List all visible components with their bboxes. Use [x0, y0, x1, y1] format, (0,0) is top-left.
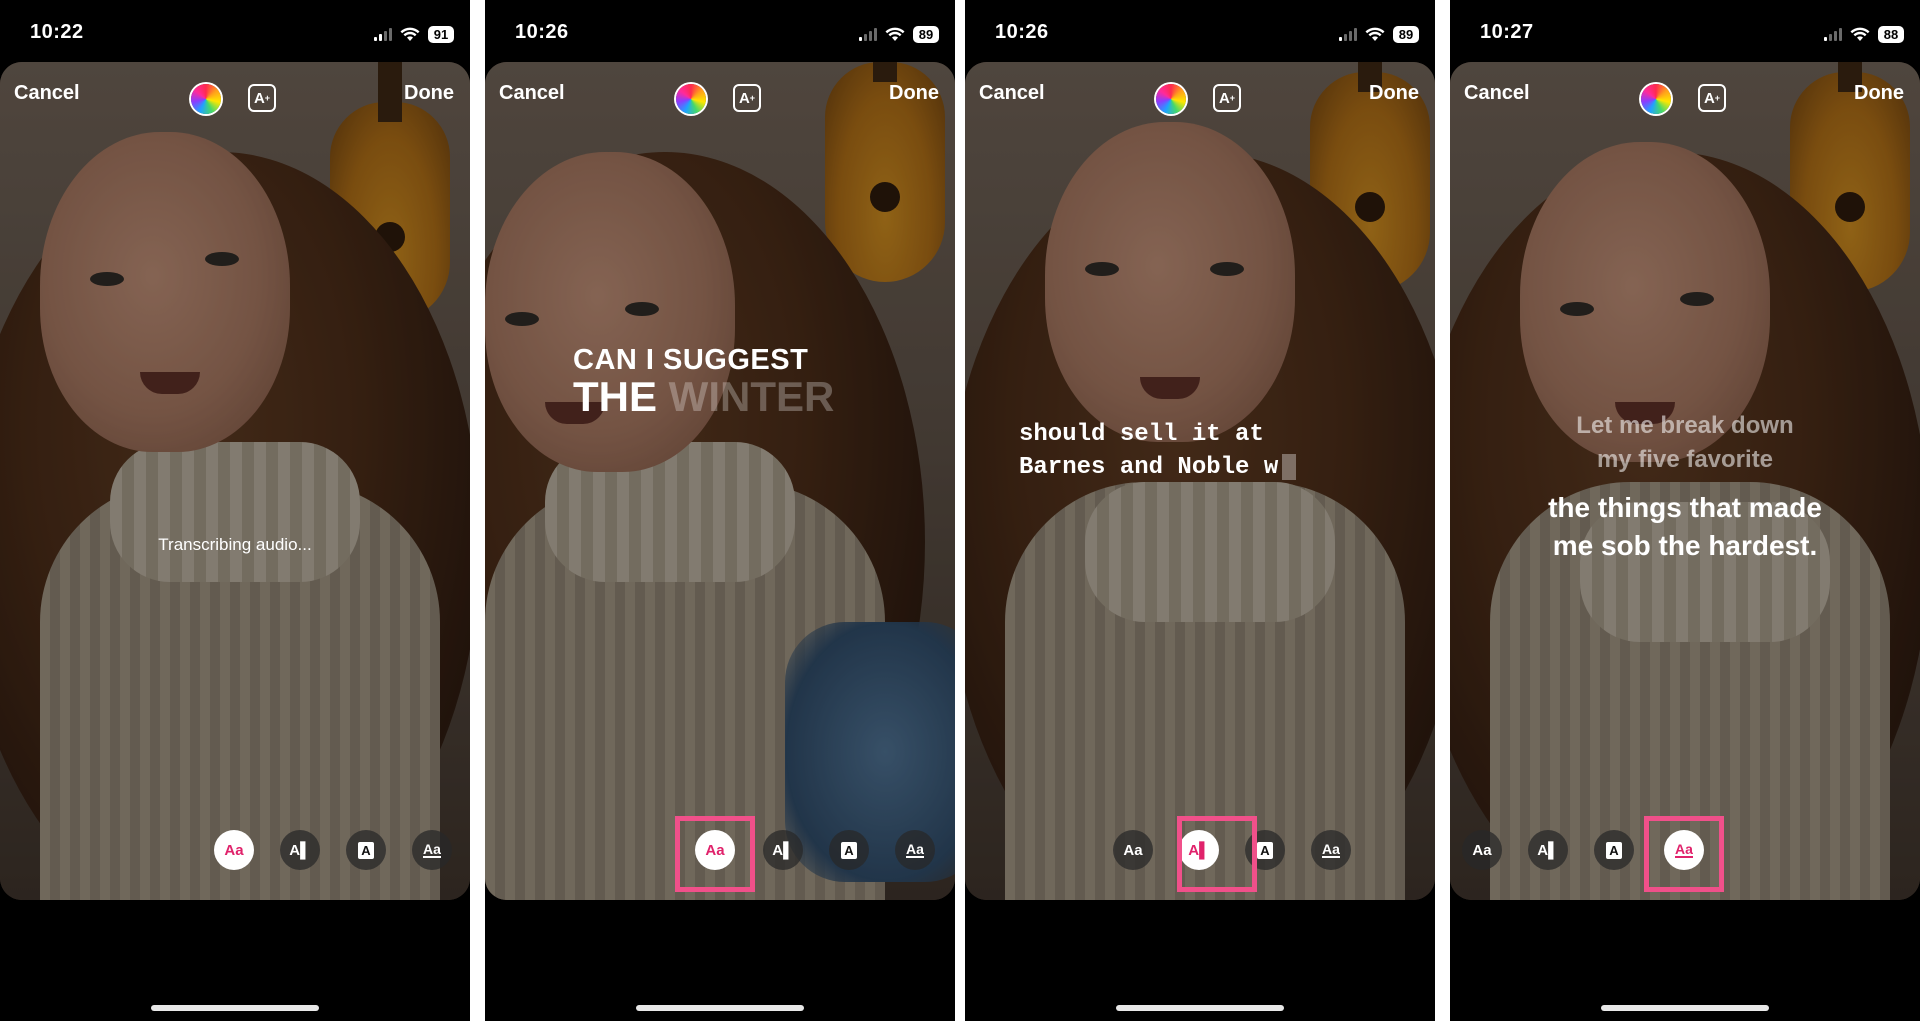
cancel-button[interactable]: Cancel — [14, 82, 80, 105]
status-time: 10:22 — [30, 21, 84, 43]
battery-icon: 88 — [1878, 25, 1904, 43]
color-wheel-icon[interactable] — [1156, 84, 1186, 114]
caption-line-2: THE WINTER — [573, 375, 834, 419]
caption-line-1: should sell it at — [1019, 421, 1264, 448]
wifi-icon — [885, 27, 905, 41]
style-typewriter-button[interactable]: A ▌ — [280, 830, 320, 870]
caption-transcribing: Transcribing audio... — [158, 535, 312, 554]
home-indicator — [1116, 1005, 1284, 1011]
highlight-box — [675, 816, 755, 892]
status-time: 10:27 — [1480, 21, 1534, 43]
done-button[interactable]: Done — [1854, 82, 1904, 105]
caption-text: should sell it at Barnes and Noble w — [1019, 418, 1297, 484]
wifi-icon — [400, 27, 420, 41]
cancel-button[interactable]: Cancel — [979, 82, 1045, 105]
home-indicator — [151, 1005, 319, 1011]
video-frame — [485, 62, 955, 900]
home-indicator — [1601, 1005, 1769, 1011]
style-classic-button[interactable]: Aa — [1113, 830, 1153, 870]
battery-icon: 89 — [1393, 25, 1419, 43]
video-canvas: Cancel A + Done Transcribing audio... Aa … — [0, 62, 470, 900]
phone-screen-1: 10:22 91 Cancel A + Done Transcribing aud… — [0, 0, 470, 1021]
highlight-box — [1644, 816, 1724, 892]
caption-line-2: Barnes and Noble w — [1019, 451, 1297, 484]
style-classic-button[interactable]: Aa — [214, 830, 254, 870]
status-icons: 89 — [859, 24, 939, 44]
video-canvas: Cancel A + Done Let me break down my five… — [1450, 62, 1920, 900]
caption-text: Let me break down my five favorite the t… — [1450, 409, 1920, 565]
signal-icon — [859, 27, 877, 41]
video-canvas: Cancel A + Done CAN I SUGGEST THE WINTER … — [485, 62, 955, 900]
color-wheel-icon[interactable] — [1641, 84, 1671, 114]
status-icons: 91 — [374, 24, 454, 44]
style-boxed-button[interactable]: A — [346, 830, 386, 870]
phone-screen-3: 10:26 89 Cancel A + Done should sell it a… — [965, 0, 1435, 1021]
text-cursor — [1282, 453, 1297, 480]
style-underline-button[interactable]: Aa — [1311, 830, 1351, 870]
wifi-icon — [1365, 27, 1385, 41]
done-button[interactable]: Done — [889, 82, 939, 105]
sparkle-text-icon[interactable]: A + — [1698, 84, 1726, 112]
home-indicator — [636, 1005, 804, 1011]
caption-text: Transcribing audio... — [0, 535, 470, 555]
style-underline-button[interactable]: Aa — [895, 830, 935, 870]
done-button[interactable]: Done — [404, 82, 454, 105]
style-boxed-button[interactable]: A — [829, 830, 869, 870]
highlight-box — [1177, 816, 1257, 892]
style-boxed-button[interactable]: A — [1594, 830, 1634, 870]
caption-dim-line-1: Let me break down — [1576, 412, 1794, 439]
battery-icon: 89 — [913, 25, 939, 43]
cancel-button[interactable]: Cancel — [1464, 82, 1530, 105]
color-wheel-icon[interactable] — [676, 84, 706, 114]
sparkle-text-icon[interactable]: A + — [1213, 84, 1241, 112]
style-classic-button[interactable]: Aa — [1462, 830, 1502, 870]
video-frame — [0, 62, 470, 900]
caption-text: CAN I SUGGEST THE WINTER — [573, 344, 834, 419]
cancel-button[interactable]: Cancel — [499, 82, 565, 105]
caption-style-bar: Aa A ▌ A Aa — [0, 830, 470, 874]
caption-dim-line-2: my five favorite — [1596, 446, 1774, 473]
status-bar: 10:26 89 — [485, 0, 955, 62]
caption-word-spoken: THE — [573, 373, 657, 420]
status-bar: 10:26 89 — [965, 0, 1435, 62]
battery-icon: 91 — [428, 25, 454, 43]
style-typewriter-button[interactable]: A ▌ — [1528, 830, 1568, 870]
sparkle-text-icon[interactable]: A + — [733, 84, 761, 112]
caption-bright-line-2: me sob the hardest. — [1552, 530, 1818, 561]
color-wheel-icon[interactable] — [191, 84, 221, 114]
style-typewriter-button[interactable]: A ▌ — [763, 830, 803, 870]
signal-icon — [1339, 27, 1357, 41]
status-icons: 88 — [1824, 24, 1904, 44]
wifi-icon — [1850, 27, 1870, 41]
style-underline-button[interactable]: Aa — [412, 830, 452, 870]
caption-word-upcoming: WINTER — [668, 373, 835, 420]
status-icons: 89 — [1339, 24, 1419, 44]
status-time: 10:26 — [995, 21, 1049, 43]
phone-screen-4: 10:27 88 Cancel A + Done Let me break dow… — [1450, 0, 1920, 1021]
video-canvas: Cancel A + Done should sell it at Barnes … — [965, 62, 1435, 900]
caption-bright-line-1: the things that made — [1548, 492, 1822, 523]
status-bar: 10:27 88 — [1450, 0, 1920, 62]
signal-icon — [374, 27, 392, 41]
sparkle-text-icon[interactable]: A + — [248, 84, 276, 112]
phone-screen-2: 10:26 89 Cancel A + Done CAN I SUGGEST T… — [485, 0, 955, 1021]
status-time: 10:26 — [515, 21, 569, 43]
status-bar: 10:22 91 — [0, 0, 470, 62]
signal-icon — [1824, 27, 1842, 41]
done-button[interactable]: Done — [1369, 82, 1419, 105]
